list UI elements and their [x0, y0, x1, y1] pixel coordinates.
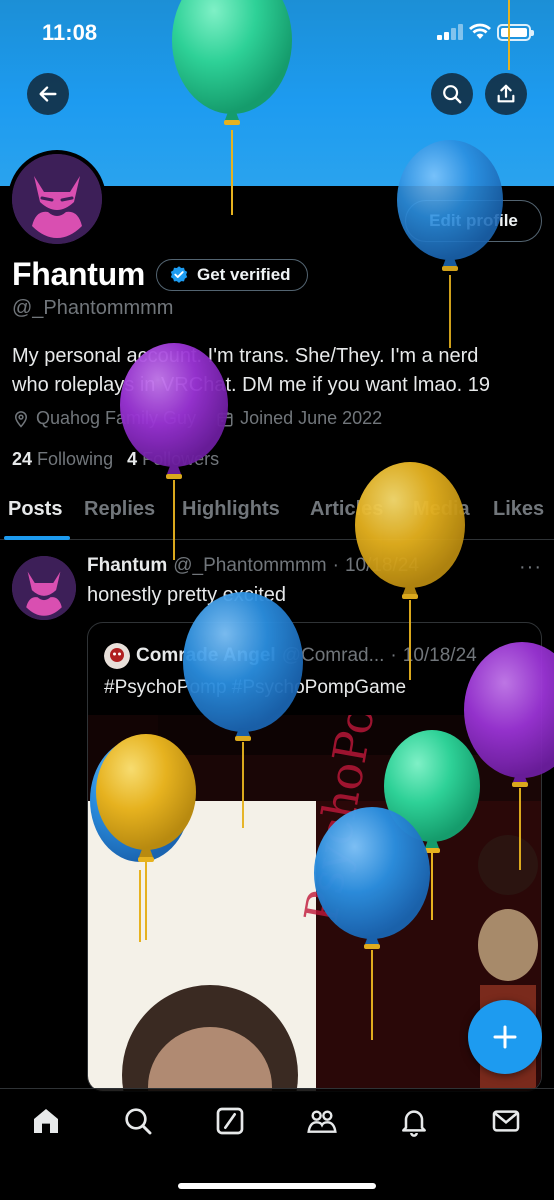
- post-text: honestly pretty excited: [87, 584, 286, 606]
- follow-counts: 24 Following 4 Followers: [12, 449, 219, 470]
- quote-header: Comrade Angel @Comrad... · 10/18/24: [104, 643, 477, 669]
- post-date: 10/18/24: [344, 555, 419, 576]
- tab-likes[interactable]: Likes: [493, 498, 544, 521]
- tab-posts[interactable]: Posts: [8, 498, 62, 521]
- tab-articles[interactable]: Articles: [310, 498, 383, 521]
- post-header: Fhantum @_Phantommmm · 10/18/24: [87, 555, 419, 577]
- join-date: Joined June 2022: [216, 408, 382, 429]
- post-author-name[interactable]: Fhantum: [87, 555, 167, 577]
- profile-meta: Quahog Family Guy Joined June 2022: [12, 408, 382, 429]
- get-verified-button[interactable]: Get verified: [156, 259, 308, 291]
- plus-icon: [493, 1025, 517, 1049]
- fox-avatar-image: [12, 154, 102, 244]
- edit-profile-button[interactable]: Edit profile: [405, 200, 542, 242]
- joined-text: Joined June 2022: [240, 408, 383, 428]
- home-icon[interactable]: [30, 1105, 62, 1137]
- post-separator: ·: [332, 555, 339, 576]
- profile-name: Fhantum: [12, 256, 145, 292]
- active-tab-indicator: [4, 536, 70, 540]
- profile-avatar[interactable]: [8, 150, 106, 248]
- messages-icon[interactable]: [490, 1105, 522, 1137]
- profile-bio: My personal account. I'm trans. She/They…: [12, 342, 542, 400]
- communities-icon[interactable]: [306, 1105, 338, 1137]
- tab-highlights[interactable]: Highlights: [182, 498, 280, 521]
- quote-date: 10/18/24: [402, 645, 477, 666]
- location-text: Quahog Family Guy: [36, 408, 197, 428]
- followers-count: 4: [127, 449, 138, 469]
- home-indicator: [178, 1183, 376, 1189]
- verified-badge-icon: [170, 266, 188, 283]
- get-verified-label: Get verified: [197, 265, 291, 284]
- location-pin-icon: [14, 410, 28, 428]
- quote-author-name: Comrade Angel: [136, 645, 276, 666]
- cellular-signal-icon: [437, 24, 463, 40]
- share-button[interactable]: [485, 73, 527, 115]
- post-more-button[interactable]: ···: [519, 556, 542, 579]
- location: Quahog Family Guy: [12, 408, 196, 429]
- calendar-icon: [217, 411, 233, 426]
- fox-avatar-image: [12, 556, 76, 620]
- quote-author-avatar: [104, 643, 130, 669]
- followers-link[interactable]: 4 Followers: [127, 449, 219, 470]
- post-author-avatar[interactable]: [12, 556, 76, 620]
- quote-text: #PsychoPomp #PsychoPompGame: [104, 677, 407, 698]
- battery-icon: [497, 24, 534, 41]
- compose-button[interactable]: [468, 1000, 542, 1074]
- search-icon: [443, 85, 462, 104]
- share-icon: [497, 84, 515, 103]
- quote-author-handle: @Comrad...: [281, 645, 385, 666]
- grok-icon[interactable]: [214, 1105, 246, 1137]
- wifi-icon: [469, 23, 491, 39]
- back-button[interactable]: [27, 73, 69, 115]
- status-bar: 11:08: [0, 0, 554, 66]
- arrow-left-icon: [39, 86, 57, 102]
- status-time: 11:08: [42, 20, 98, 45]
- profile-tabs: Posts Replies Highlights Articles Media …: [0, 484, 554, 540]
- following-label: Following: [37, 449, 114, 469]
- following-count: 24: [12, 449, 33, 469]
- search-button[interactable]: [431, 73, 473, 115]
- profile-handle: @_Phantommmm: [12, 297, 174, 319]
- followers-label: Followers: [142, 449, 220, 469]
- tab-replies[interactable]: Replies: [84, 498, 155, 521]
- post-author-handle: @_Phantommmm: [173, 555, 327, 576]
- quote-separator: ·: [390, 645, 397, 666]
- bio-line: who roleplays in VRChat. DM me if you wa…: [12, 374, 490, 396]
- bio-line: My personal account. I'm trans. She/They…: [12, 345, 479, 367]
- following-link[interactable]: 24 Following: [12, 449, 113, 470]
- search-icon[interactable]: [122, 1105, 154, 1137]
- notifications-icon[interactable]: [398, 1105, 430, 1137]
- tab-media[interactable]: Media: [413, 498, 470, 521]
